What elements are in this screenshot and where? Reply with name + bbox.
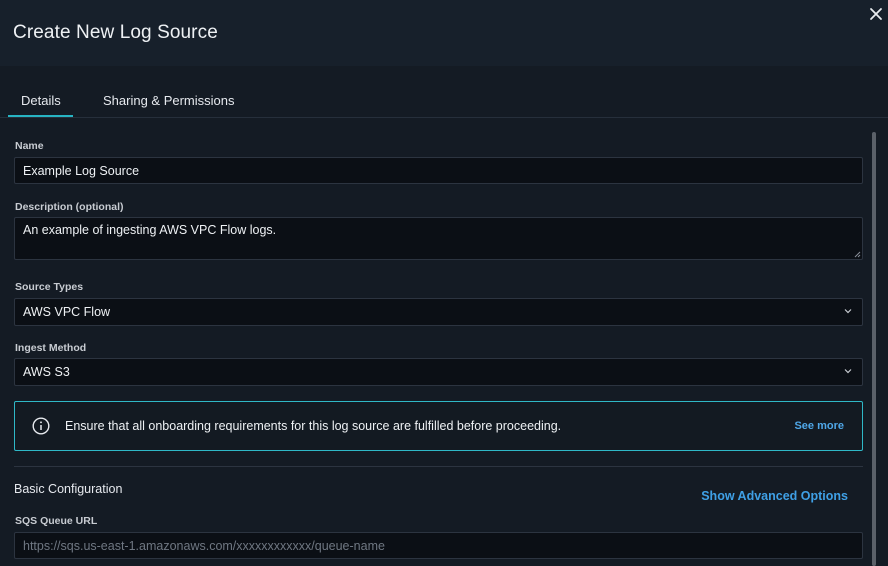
tab-sharing-permissions[interactable]: Sharing & Permissions (103, 93, 235, 108)
scrollbar[interactable] (872, 132, 876, 566)
description-field[interactable]: An example of ingesting AWS VPC Flow log… (14, 217, 863, 260)
notice-message: Ensure that all onboarding requirements … (65, 419, 562, 433)
sqs-queue-url-placeholder: https://sqs.us-east-1.amazonaws.com/xxxx… (23, 538, 385, 553)
source-types-value: AWS VPC Flow (23, 305, 111, 319)
source-types-label: Source Types (15, 281, 84, 293)
dialog-title: Create New Log Source (13, 22, 218, 43)
tab-details[interactable]: Details (21, 93, 61, 108)
basic-configuration-title: Basic Configuration (14, 482, 123, 496)
chevron-down-icon (844, 369, 852, 374)
description-field-value: An example of ingesting AWS VPC Flow log… (23, 223, 277, 237)
source-types-select[interactable]: AWS VPC Flow (14, 298, 863, 326)
chevron-down-icon (844, 309, 852, 314)
info-icon (32, 417, 50, 435)
onboarding-notice: Ensure that all onboarding requirements … (14, 401, 863, 451)
close-icon[interactable] (866, 4, 886, 24)
section-divider (14, 466, 863, 467)
description-label: Description (optional) (15, 201, 124, 213)
show-advanced-options-link[interactable]: Show Advanced Options (701, 489, 848, 503)
ingest-method-label: Ingest Method (15, 342, 87, 354)
name-field[interactable]: Example Log Source (14, 157, 863, 184)
see-more-link[interactable]: See more (794, 420, 844, 432)
name-label: Name (15, 140, 44, 152)
ingest-method-value: AWS S3 (23, 365, 70, 379)
tab-bar: Details Sharing & Permissions (0, 66, 888, 118)
ingest-method-select[interactable]: AWS S3 (14, 358, 863, 386)
sqs-queue-url-label: SQS Queue URL (15, 515, 98, 527)
active-tab-indicator (8, 115, 73, 117)
resize-grip-icon[interactable] (853, 250, 861, 258)
dialog-header: Create New Log Source (0, 0, 888, 66)
sqs-queue-url-field[interactable]: https://sqs.us-east-1.amazonaws.com/xxxx… (14, 532, 863, 559)
name-field-value: Example Log Source (23, 163, 140, 178)
